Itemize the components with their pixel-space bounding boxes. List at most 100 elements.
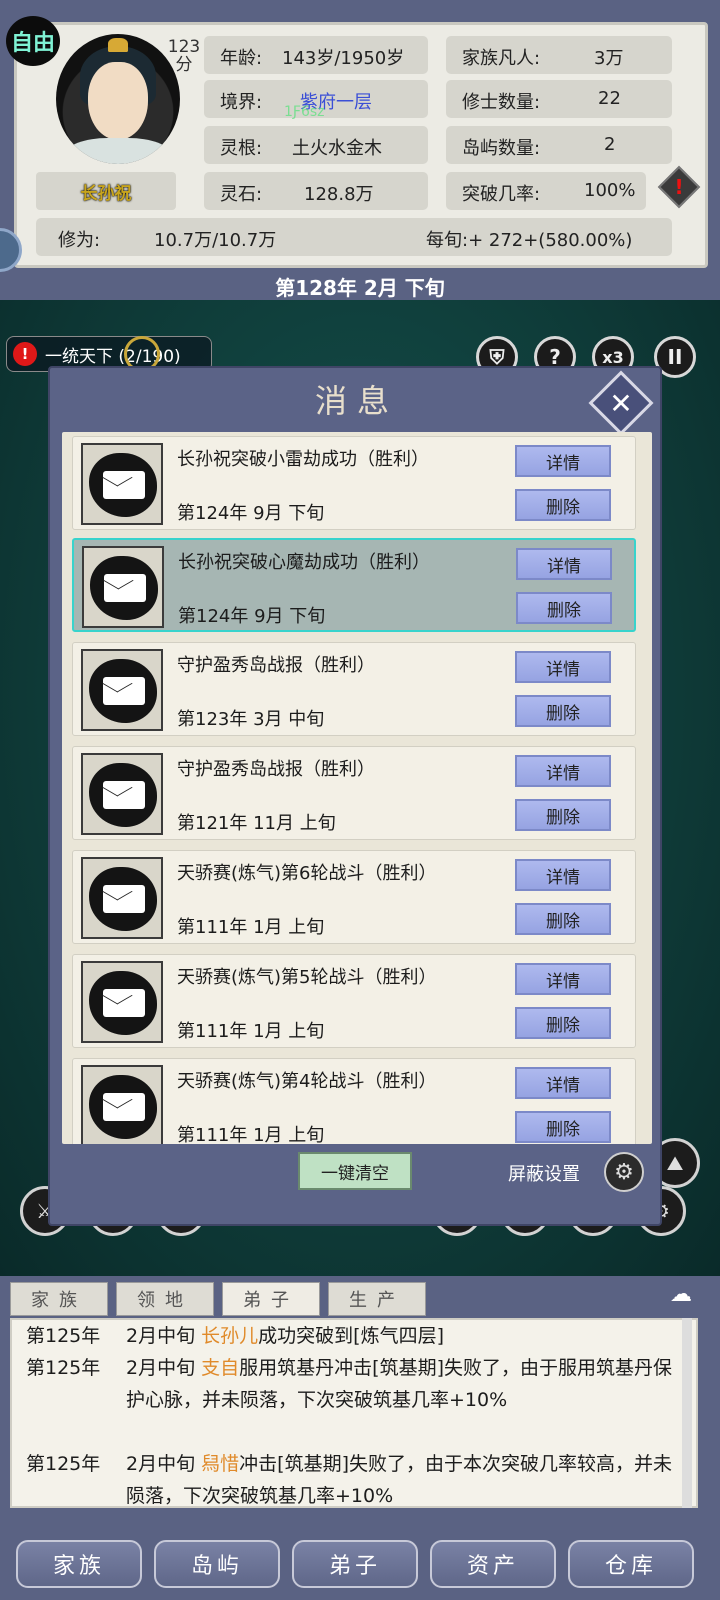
realm-sub: 1Ƒ6sz xyxy=(284,104,325,120)
breakthrough-stat: 突破几率: 100% xyxy=(446,172,646,210)
log-year: 第125年 xyxy=(26,1453,101,1475)
log-time: 2月中旬 xyxy=(126,1357,202,1379)
cultivators-label: 修士数量: xyxy=(462,92,541,113)
age-label: 年龄: xyxy=(220,48,263,69)
cultivators-stat: 修士数量: 22 xyxy=(446,80,672,118)
score-unit: 分 xyxy=(175,55,193,75)
event-log[interactable]: 第125年 2月中旬 长孙儿成功突破到[炼气四层] 第125年 2月中旬 支自服… xyxy=(10,1318,698,1508)
gear-icon[interactable]: ⚙ xyxy=(604,1152,644,1192)
message-item[interactable]: 天骄赛(炼气)第4轮战斗（胜利） 第111年 1月 上旬 详情 删除 xyxy=(72,1058,636,1144)
mortals-label: 家族凡人: xyxy=(462,48,541,69)
log-year: 第125年 xyxy=(26,1357,101,1379)
envelope-icon xyxy=(81,1065,163,1144)
spirit-stone-stat: 灵石: 128.8万 xyxy=(204,172,428,210)
message-item-selected[interactable]: 长孙祝突破心魔劫成功（胜利） 第124年 9月 下旬 详情 删除 xyxy=(72,538,636,632)
message-date: 第111年 1月 上旬 xyxy=(177,1125,325,1144)
islands-stat: 岛屿数量: 2 xyxy=(446,126,672,164)
clear-all-button[interactable]: 一键清空 xyxy=(298,1152,412,1190)
message-item[interactable]: 守护盈秀岛战报（胜利） 第121年 11月 上旬 详情 删除 xyxy=(72,746,636,840)
block-settings-label[interactable]: 屏蔽设置 xyxy=(508,1160,580,1186)
message-title: 长孙祝突破小雷劫成功（胜利） xyxy=(177,449,429,470)
message-item[interactable]: 守护盈秀岛战报（胜利） 第123年 3月 中旬 详情 删除 xyxy=(72,642,636,736)
score-number: 123 xyxy=(167,37,201,57)
message-list[interactable]: 长孙祝突破小雷劫成功（胜利） 第124年 9月 下旬 详情 删除 长孙祝突破心魔… xyxy=(62,432,652,1144)
cloud-scroll-icon[interactable]: ☁ xyxy=(654,1280,708,1308)
tab-family[interactable]: 家族 xyxy=(10,1282,108,1316)
breakthrough-label: 突破几率: xyxy=(462,184,541,205)
score: 123 分 xyxy=(164,38,204,74)
spirit-root-stat: 灵根: 土火水金木 xyxy=(204,126,428,164)
nav-disciples-button[interactable]: 弟子 xyxy=(292,1540,418,1588)
envelope-icon xyxy=(81,649,163,731)
alert-icon: ! xyxy=(13,342,37,366)
nav-family-button[interactable]: 家族 xyxy=(16,1540,142,1588)
avatar[interactable] xyxy=(56,34,180,164)
realm-stat: 境界: 紫府一层 1Ƒ6sz xyxy=(204,80,428,120)
disciple-name[interactable]: 长孙儿 xyxy=(201,1325,258,1347)
tab-territory[interactable]: 领地 xyxy=(116,1282,214,1316)
detail-button[interactable]: 详情 xyxy=(515,445,611,477)
delete-button[interactable]: 删除 xyxy=(515,1007,611,1039)
root-value: 土火水金木 xyxy=(292,138,382,159)
delete-button[interactable]: 删除 xyxy=(516,592,612,624)
cultivation-value: 10.7万/10.7万 xyxy=(154,230,277,251)
message-item[interactable]: 天骄赛(炼气)第5轮战斗（胜利） 第111年 1月 上旬 详情 删除 xyxy=(72,954,636,1048)
message-dialog: 消息 ✕ 长孙祝突破小雷劫成功（胜利） 第124年 9月 下旬 详情 删除 长孙… xyxy=(48,366,662,1226)
log-year: 第125年 xyxy=(26,1325,101,1347)
envelope-icon xyxy=(81,857,163,939)
nav-warehouse-button[interactable]: 仓库 xyxy=(568,1540,694,1588)
log-time: 2月中旬 xyxy=(126,1325,202,1347)
message-date: 第111年 1月 上旬 xyxy=(177,917,325,938)
envelope-icon xyxy=(81,443,163,525)
detail-button[interactable]: 详情 xyxy=(515,963,611,995)
game-date: 第128年 2月 下旬 xyxy=(275,275,445,300)
envelope-icon xyxy=(81,961,163,1043)
message-title: 天骄赛(炼气)第6轮战斗（胜利） xyxy=(177,863,437,884)
avatar-face xyxy=(88,62,148,140)
cultivators-value: 22 xyxy=(598,88,621,109)
nav-assets-button[interactable]: 资产 xyxy=(430,1540,556,1588)
message-date: 第123年 3月 中旬 xyxy=(177,709,325,730)
disciple-name[interactable]: 舄惜 xyxy=(201,1453,239,1475)
message-date: 第121年 11月 上旬 xyxy=(177,813,336,834)
delete-button[interactable]: 删除 xyxy=(515,799,611,831)
delete-button[interactable]: 删除 xyxy=(515,489,611,521)
free-status-badge[interactable]: 自由 xyxy=(6,16,60,66)
islands-value: 2 xyxy=(604,134,616,155)
character-name[interactable]: 长孙祝 xyxy=(36,172,176,210)
detail-button[interactable]: 详情 xyxy=(515,651,611,683)
age-stat: 年龄: 143岁/1950岁 xyxy=(204,36,428,74)
dialog-title: 消息 xyxy=(314,382,399,420)
disciple-name[interactable]: 支自 xyxy=(201,1357,239,1379)
breakthrough-value: 100% xyxy=(584,180,636,201)
detail-button[interactable]: 详情 xyxy=(515,859,611,891)
header-panel: 自由 123 分 长孙祝 年龄: 143岁/1950岁 境界: 紫府一层 1Ƒ6… xyxy=(0,0,720,300)
age-value: 143岁/1950岁 xyxy=(282,48,405,69)
envelope-icon xyxy=(81,753,163,835)
message-title: 天骄赛(炼气)第4轮战斗（胜利） xyxy=(177,1071,437,1092)
message-title: 长孙祝突破心魔劫成功（胜利） xyxy=(178,552,430,573)
avatar-robe xyxy=(66,138,170,164)
stone-label: 灵石: xyxy=(220,184,263,205)
detail-button[interactable]: 详情 xyxy=(515,755,611,787)
cultivation-bar: 修为: 10.7万/10.7万 每旬:+ 272+(580.00%) xyxy=(36,218,672,256)
delete-button[interactable]: 删除 xyxy=(515,1111,611,1143)
detail-button[interactable]: 详情 xyxy=(515,1067,611,1099)
quest-label: 一统天下 (2/190) xyxy=(45,346,181,367)
nav-islands-button[interactable]: 岛屿 xyxy=(154,1540,280,1588)
delete-button[interactable]: 删除 xyxy=(515,903,611,935)
log-scrollbar[interactable] xyxy=(682,1318,692,1508)
tab-production[interactable]: 生产 xyxy=(328,1282,426,1316)
message-date: 第111年 1月 上旬 xyxy=(177,1021,325,1042)
message-title: 守护盈秀岛战报（胜利） xyxy=(177,759,375,780)
delete-button[interactable]: 删除 xyxy=(515,695,611,727)
detail-button[interactable]: 详情 xyxy=(516,548,612,580)
realm-label: 境界: xyxy=(220,92,263,113)
message-title: 天骄赛(炼气)第5轮战斗（胜利） xyxy=(177,967,437,988)
tab-disciples[interactable]: 弟子 xyxy=(222,1282,320,1316)
root-label: 灵根: xyxy=(220,138,263,159)
message-item[interactable]: 天骄赛(炼气)第6轮战斗（胜利） 第111年 1月 上旬 详情 删除 xyxy=(72,850,636,944)
message-item[interactable]: 长孙祝突破小雷劫成功（胜利） 第124年 9月 下旬 详情 删除 xyxy=(72,436,636,530)
avatar-crown xyxy=(108,38,128,52)
mortals-stat: 家族凡人: 3万 xyxy=(446,36,672,74)
